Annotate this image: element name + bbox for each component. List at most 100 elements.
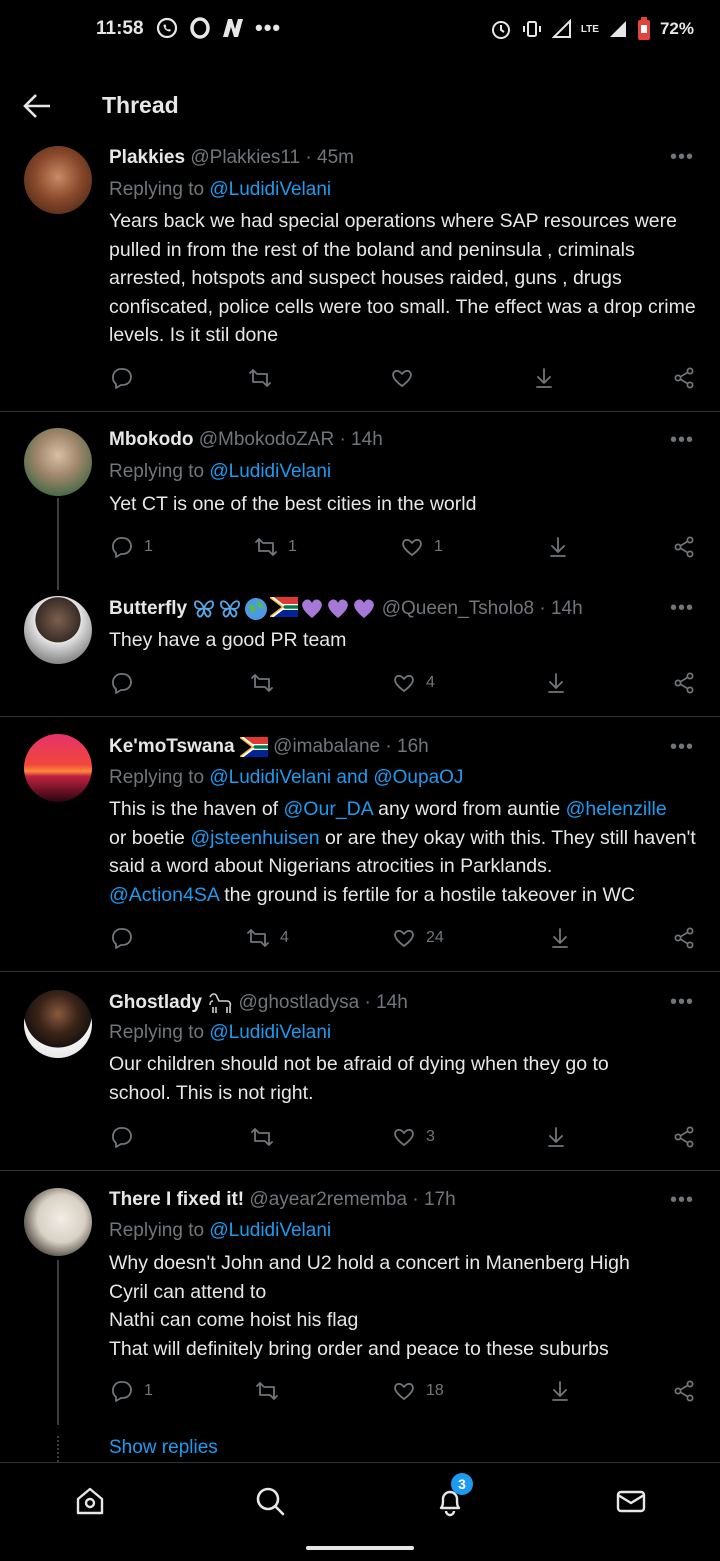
share-action[interactable]: [672, 1125, 696, 1149]
share-action[interactable]: [672, 926, 696, 950]
news-icon: [223, 19, 243, 37]
timestamp: · 45m: [305, 147, 354, 168]
battery-level: 72%: [659, 19, 694, 38]
retweet-action[interactable]: [255, 1379, 289, 1403]
south-africa-flag-icon: [270, 597, 299, 617]
share-action[interactable]: [672, 1379, 696, 1403]
mention-link[interactable]: @LudidiVelani: [209, 179, 331, 200]
bookmark-action[interactable]: [546, 535, 570, 559]
display-name[interactable]: Butterfly: [109, 598, 187, 619]
tweet-text: Why doesn't John and U2 hold a concert i…: [109, 1249, 709, 1363]
timestamp: · 14h: [539, 598, 583, 620]
replying-to-label: Replying to: [109, 179, 205, 200]
avatar[interactable]: [24, 734, 92, 802]
share-action[interactable]: [672, 671, 696, 695]
avatar[interactable]: [24, 990, 92, 1058]
more-options-icon[interactable]: •••: [670, 1189, 694, 1212]
handle[interactable]: @imabalane: [273, 736, 380, 757]
bookmark-action[interactable]: [544, 1125, 568, 1149]
home-icon: [76, 1487, 104, 1515]
tweet-header: Ke'moTswana @imabalane · 16h: [109, 736, 429, 758]
like-action[interactable]: 4: [392, 671, 435, 695]
back-arrow-icon[interactable]: [22, 92, 52, 120]
retweet-action[interactable]: 1: [254, 535, 297, 559]
system-status: LTE 72%: [490, 17, 694, 41]
retweet-action[interactable]: [248, 366, 282, 390]
mention-link[interactable]: @LudidiVelani: [209, 1220, 331, 1241]
like-action[interactable]: 24: [392, 926, 444, 950]
retweet-icon: [249, 369, 271, 387]
handle[interactable]: @Queen_Tsholo8: [382, 598, 534, 619]
show-replies-link[interactable]: Show replies: [109, 1437, 218, 1459]
south-africa-flag-icon: [239, 736, 268, 758]
share-action[interactable]: [672, 366, 696, 390]
status-bar: 11:58 ••• LTE 72%: [0, 0, 720, 60]
reply-action[interactable]: [110, 926, 144, 950]
tweet-text: Yet CT is one of the best cities in the …: [109, 493, 477, 515]
mention-link[interactable]: @helenzille: [566, 798, 667, 820]
more-options-icon[interactable]: •••: [670, 736, 694, 759]
replying-to: Replying to @LudidiVelani: [109, 1220, 331, 1242]
timestamp: · 14h: [364, 992, 408, 1014]
tweet-actions: 4: [0, 671, 720, 701]
like-action[interactable]: 18: [392, 1379, 444, 1403]
reply-action[interactable]: 1: [110, 1379, 153, 1403]
share-action[interactable]: [672, 535, 696, 559]
divider: [0, 716, 720, 717]
retweet-action[interactable]: 4: [246, 926, 289, 950]
handle[interactable]: @MbokodoZAR: [199, 429, 334, 450]
bookmark-action[interactable]: [548, 926, 572, 950]
globe-icon: [245, 598, 268, 620]
avatar[interactable]: [24, 146, 92, 214]
bookmark-action[interactable]: [548, 1379, 572, 1403]
display-name[interactable]: Mbokodo: [109, 429, 193, 450]
bookmark-action[interactable]: [544, 671, 568, 695]
nav-messages[interactable]: [611, 1481, 651, 1521]
display-name[interactable]: Ghostlady: [109, 992, 202, 1013]
display-name[interactable]: Ke'moTswana: [109, 736, 235, 757]
like-action[interactable]: 1: [400, 535, 443, 559]
retweet-action[interactable]: [250, 671, 284, 695]
display-name[interactable]: Plakkies: [109, 147, 185, 168]
avatar[interactable]: [24, 1188, 92, 1256]
handle[interactable]: @Plakkies11: [190, 147, 300, 168]
mention-link[interactable]: @LudidiVelani: [209, 461, 331, 482]
mention-link[interactable]: @Action4SA: [109, 884, 219, 906]
reply-action[interactable]: [110, 671, 144, 695]
more-options-icon[interactable]: •••: [670, 991, 694, 1014]
reply-icon: [112, 673, 132, 694]
reply-count: 1: [144, 538, 153, 555]
mention-link[interactable]: @LudidiVelani and @OupaOJ: [209, 767, 463, 788]
handle[interactable]: @ayear2rememba: [249, 1189, 407, 1210]
retweet-action[interactable]: [250, 1125, 284, 1149]
avatar[interactable]: [24, 596, 92, 664]
reply-action[interactable]: [110, 366, 144, 390]
tweet-header: Ghostlady @ghostladysa · 14h: [109, 991, 408, 1015]
home-indicator[interactable]: [306, 1546, 414, 1550]
handle[interactable]: @ghostladysa: [238, 992, 359, 1013]
bookmark-action[interactable]: [532, 366, 556, 390]
mention-link[interactable]: @LudidiVelani: [209, 1022, 331, 1043]
mention-link[interactable]: @jsteenhuisen: [190, 827, 319, 849]
divider: [0, 411, 720, 412]
like-action[interactable]: 3: [392, 1125, 435, 1149]
more-options-icon[interactable]: •••: [670, 429, 694, 452]
reply-action[interactable]: [110, 1125, 144, 1149]
opera-icon: [190, 17, 210, 39]
mention-link[interactable]: @Our_DA: [284, 798, 373, 820]
retweet-icon: [251, 1128, 273, 1146]
tweet-actions: 1 18: [0, 1379, 720, 1409]
nav-home[interactable]: [70, 1481, 110, 1521]
text-segment: or boetie: [109, 826, 191, 849]
more-options-icon[interactable]: •••: [670, 146, 694, 169]
bookmark-icon: [536, 368, 552, 388]
nav-search[interactable]: [250, 1481, 290, 1521]
avatar[interactable]: [24, 428, 92, 496]
like-icon: [394, 674, 414, 692]
more-options-icon[interactable]: •••: [670, 597, 694, 620]
replying-to-label: Replying to: [109, 1220, 205, 1241]
like-icon: [394, 1128, 414, 1146]
reply-action[interactable]: 1: [110, 535, 153, 559]
like-action[interactable]: [390, 366, 424, 390]
display-name[interactable]: There I fixed it!: [109, 1189, 244, 1210]
